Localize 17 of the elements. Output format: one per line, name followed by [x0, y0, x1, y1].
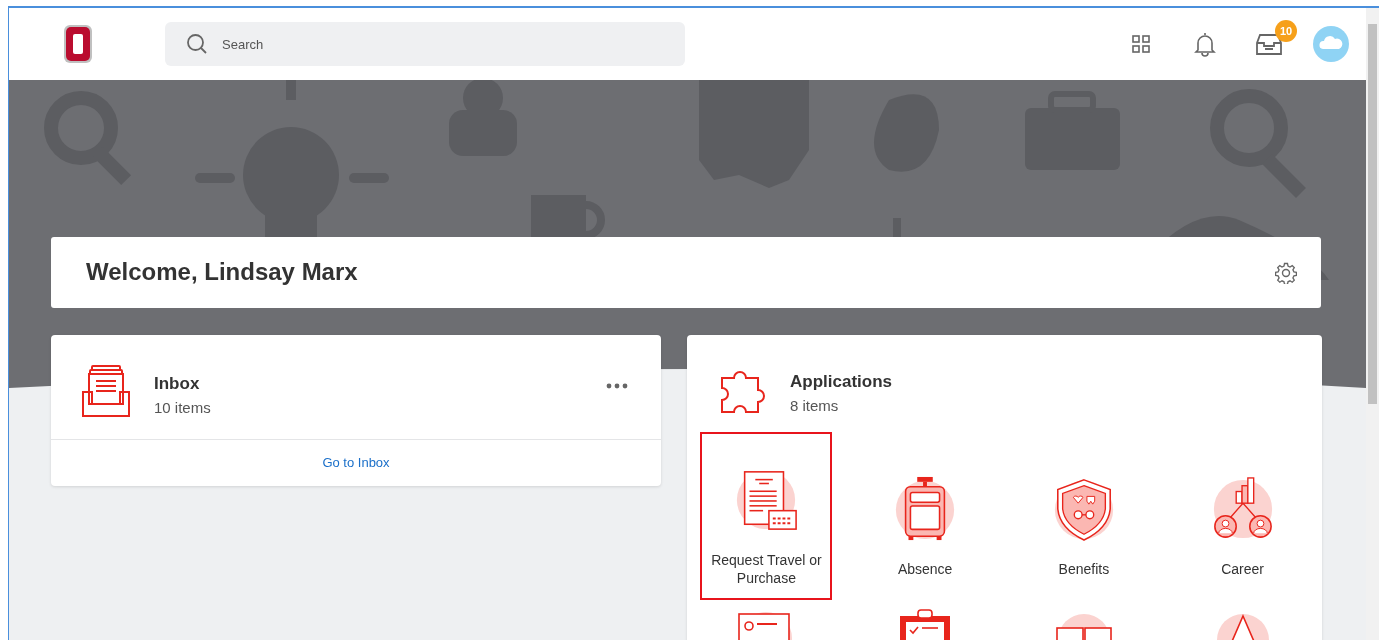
inbox-title: Inbox — [154, 373, 201, 395]
search-icon — [186, 33, 208, 55]
application-tile[interactable]: Benefits — [1017, 432, 1150, 600]
search-field[interactable]: Search — [165, 22, 685, 66]
applications-item-count: 8 items — [790, 395, 840, 416]
go-to-inbox-link[interactable]: Go to Inbox — [322, 453, 390, 473]
application-tile[interactable]: Career — [1176, 432, 1309, 600]
application-tile[interactable]: Request Travel or Purchase — [700, 432, 833, 600]
scrollbar-thumb[interactable] — [1368, 24, 1377, 404]
inbox-item-count: 10 items — [154, 397, 211, 418]
notification-count: 10 — [1275, 20, 1297, 42]
inbox-icon — [82, 364, 130, 418]
welcome-heading: Welcome, Lindsay Marx — [86, 258, 358, 287]
application-tile[interactable]: Absence — [859, 432, 992, 600]
block-o-logo[interactable] — [63, 24, 93, 64]
applications-title: Applications — [790, 371, 892, 393]
settings-icon[interactable] — [1275, 261, 1297, 284]
